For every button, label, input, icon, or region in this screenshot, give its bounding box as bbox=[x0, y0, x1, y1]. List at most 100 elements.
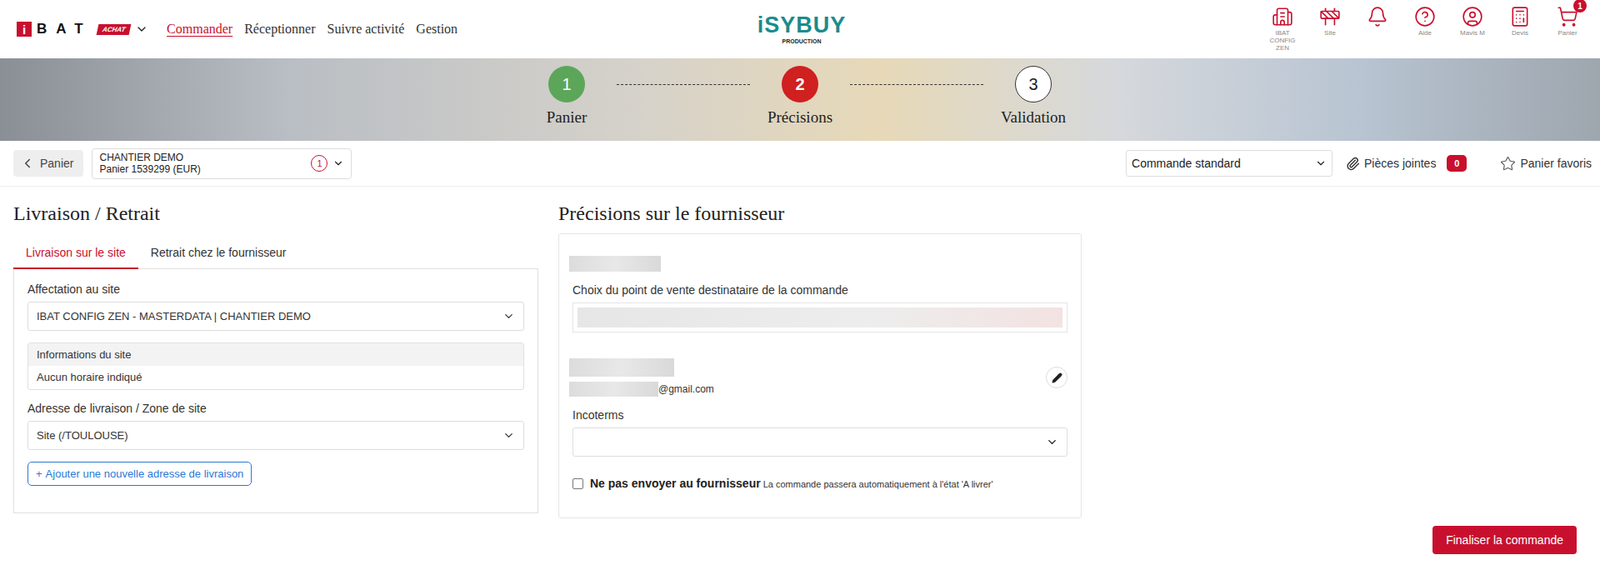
chevron-down-icon bbox=[332, 157, 345, 170]
toolbar-left: Panier CHANTIER DEMOPanier 1539299 (EUR) 1 bbox=[13, 148, 352, 180]
brand-tag: ACHAT bbox=[95, 24, 131, 35]
toolbar-right: Commande standard Pièces jointes0 Panier f… bbox=[1125, 150, 1597, 177]
user-icon bbox=[1461, 5, 1484, 28]
header: iBATACHAT Commander Réceptionner Suivre act… bbox=[0, 0, 1600, 59]
add-address-button[interactable]: +Ajouter une nouvelle adresse de livrais… bbox=[27, 461, 252, 486]
brand-mark: i bbox=[16, 21, 32, 37]
step[interactable]: 3 Validation bbox=[983, 65, 1084, 127]
chevron-down-icon bbox=[1315, 157, 1327, 170]
action-label: Aide bbox=[1418, 30, 1432, 38]
field-label: Choix du point de vente destinataire de … bbox=[572, 283, 1068, 297]
step-label: Validation bbox=[1000, 108, 1066, 127]
calculator-icon bbox=[1509, 5, 1531, 28]
header-action[interactable]: IBAT CONFIG ZEN bbox=[1263, 5, 1302, 52]
delivery-heading: Livraison / Retrait bbox=[13, 200, 539, 227]
step-label: Panier bbox=[546, 108, 588, 127]
cart-badge: 1 bbox=[310, 155, 328, 172]
pencil-icon bbox=[1051, 372, 1063, 384]
no-send-checkbox[interactable] bbox=[572, 478, 584, 490]
step[interactable]: 2Précisions bbox=[750, 65, 850, 127]
step[interactable]: 1 Panier bbox=[516, 65, 617, 127]
redacted-block bbox=[569, 381, 659, 397]
action-label: Devis bbox=[1511, 30, 1529, 38]
action-label: Site bbox=[1324, 30, 1336, 38]
brand-letters: BAT bbox=[36, 20, 93, 38]
field-label: Adresse de livraison / Zone de site bbox=[27, 401, 525, 415]
redacted-block bbox=[577, 307, 1063, 328]
cart-text: CHANTIER DEMOPanier 1539299 (EUR) bbox=[99, 151, 200, 176]
logo-title: iSYBUY bbox=[757, 14, 847, 37]
help-icon bbox=[1414, 5, 1436, 28]
delivery-tab[interactable]: Retrait chez le fournisseur bbox=[138, 239, 300, 270]
order-type-select[interactable]: Commande standard bbox=[1125, 150, 1333, 177]
header-action[interactable]: Mavis M bbox=[1453, 5, 1492, 52]
address-select[interactable]: Site (/TOULOUSE) bbox=[27, 420, 525, 450]
header-action[interactable]: Site bbox=[1310, 5, 1350, 52]
finalize-button[interactable]: Finaliser la commande bbox=[1432, 525, 1577, 555]
delivery-column: Livraison / Retrait Livraison sur le site… bbox=[13, 200, 539, 519]
nav-item[interactable]: Commander bbox=[166, 21, 233, 37]
bell-icon bbox=[1366, 5, 1389, 28]
field-label: Incoterms bbox=[572, 408, 1068, 422]
nav-item[interactable]: Gestion bbox=[415, 21, 458, 37]
delivery-tab[interactable]: Livraison sur le site bbox=[13, 239, 139, 270]
chevron-down-icon bbox=[502, 429, 515, 442]
header-actions: IBAT CONFIG ZEN Site Aide Mavis M Devis Panie… bbox=[845, 5, 1587, 52]
site-select[interactable]: IBAT CONFIG ZEN - MASTERDATA | CHANTIER … bbox=[27, 301, 525, 331]
crane-icon bbox=[1319, 5, 1341, 28]
back-button[interactable]: Panier bbox=[13, 150, 84, 177]
brand[interactable]: iBATACHAT bbox=[16, 20, 149, 38]
edit-contact-button[interactable] bbox=[1045, 366, 1068, 389]
chevron-left-icon bbox=[20, 155, 35, 171]
cart-select[interactable]: CHANTIER DEMOPanier 1539299 (EUR) 1 bbox=[91, 148, 352, 180]
star-icon bbox=[1500, 155, 1516, 172]
step-connector bbox=[850, 84, 984, 85]
point-of-sale-field[interactable] bbox=[572, 302, 1068, 333]
header-action[interactable]: Aide bbox=[1405, 5, 1445, 52]
header-action[interactable] bbox=[1358, 5, 1397, 52]
nav-item[interactable]: Réceptionner bbox=[244, 21, 315, 37]
main-nav: Commander Réceptionner Suivre activité Gest… bbox=[166, 21, 458, 37]
header-left: iBATACHAT Commander Réceptionner Suivre act… bbox=[16, 20, 758, 38]
header-action[interactable]: Panier1 bbox=[1548, 5, 1587, 52]
toolbar: Panier CHANTIER DEMOPanier 1539299 (EUR) 1… bbox=[0, 140, 1600, 187]
button-row: Finaliser la commande bbox=[13, 518, 1600, 555]
paperclip-icon bbox=[1345, 156, 1360, 171]
delivery-panel: Affectation au site IBAT CONFIG ZEN - MAS… bbox=[13, 269, 539, 514]
favorite-link[interactable]: Panier favoris bbox=[1495, 155, 1597, 172]
field-label: Affectation au site bbox=[27, 282, 525, 296]
contact-row: @gmail.com bbox=[569, 358, 1068, 397]
logo-subtitle: PRODUCTION bbox=[781, 38, 821, 45]
columns: Livraison / Retrait Livraison sur le site… bbox=[13, 200, 1600, 519]
chevron-down-icon bbox=[1045, 435, 1059, 449]
supplier-column: Précisions sur le fournisseur Choix du po… bbox=[558, 200, 1082, 519]
site-info: Informations du siteAucun horaire indiqu… bbox=[27, 342, 525, 390]
site-info-title: Informations du site bbox=[28, 343, 524, 366]
step-circle: 1 bbox=[548, 65, 585, 103]
step-circle: 3 bbox=[1015, 65, 1052, 103]
header-action[interactable]: Devis bbox=[1500, 5, 1540, 52]
contact-info: @gmail.com bbox=[569, 358, 715, 397]
redacted-block bbox=[569, 358, 675, 377]
supplier-heading: Précisions sur le fournisseur bbox=[558, 200, 1082, 227]
site-info-text: Aucun horaire indiqué bbox=[28, 365, 524, 390]
supplier-card: Choix du point de vente destinataire de … bbox=[558, 233, 1082, 519]
page: iBATACHAT Commander Réceptionner Suivre act… bbox=[0, 0, 1600, 580]
redacted-block bbox=[569, 255, 661, 272]
app-logo: iSYBUYPRODUCTION bbox=[757, 14, 847, 45]
main: Livraison / Retrait Livraison sur le site… bbox=[0, 186, 1600, 555]
contact-email: @gmail.com bbox=[569, 381, 715, 397]
attachments-link[interactable]: Pièces jointes0 bbox=[1340, 155, 1487, 172]
stepper: 1 Panier 2Précisions 3 Validation bbox=[516, 65, 1084, 127]
step-connector bbox=[616, 84, 750, 85]
action-label: IBAT CONFIG ZEN bbox=[1263, 30, 1302, 52]
chevron-down-icon bbox=[502, 310, 515, 323]
chevron-down-icon[interactable] bbox=[135, 22, 149, 36]
nav-item[interactable]: Suivre activité bbox=[326, 21, 405, 37]
action-label: Panier bbox=[1557, 30, 1577, 38]
count-badge: 1 bbox=[1573, 0, 1587, 13]
no-send-option[interactable]: Ne pas envoyer au fournisseurLa commande… bbox=[572, 476, 1068, 490]
incoterms-select[interactable] bbox=[572, 427, 1068, 457]
attachments-badge: 0 bbox=[1446, 155, 1467, 172]
step-label: Précisions bbox=[767, 108, 833, 127]
